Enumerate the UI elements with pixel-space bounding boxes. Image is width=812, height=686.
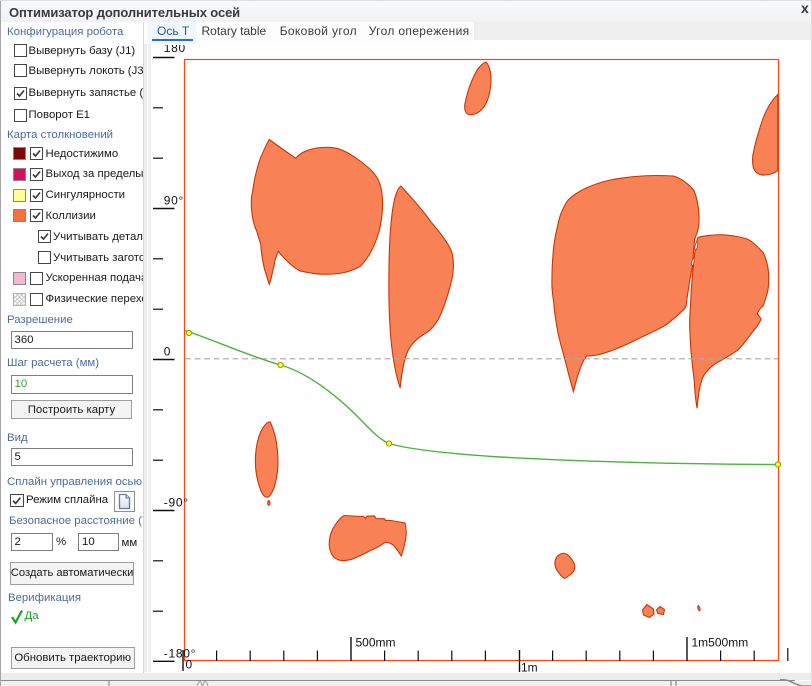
svg-text:0: 0 (186, 658, 193, 672)
svg-text:1m500mm: 1m500mm (692, 636, 749, 650)
svg-text:500mm: 500mm (356, 636, 396, 650)
svg-text:-90°: -90° (164, 496, 189, 510)
svg-text:90°: 90° (164, 194, 184, 208)
svg-text:0: 0 (164, 345, 171, 359)
